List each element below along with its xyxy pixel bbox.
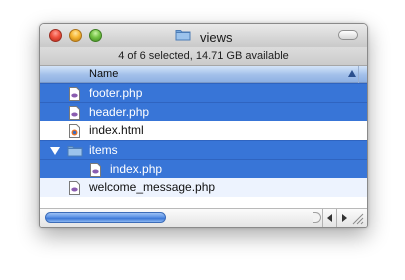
window-title-group: views <box>40 28 367 46</box>
status-bar: 4 of 6 selected, 14.71 GB available <box>40 47 367 66</box>
folder-name: items <box>89 143 118 157</box>
window-title: views <box>199 29 233 45</box>
file-name: index.php <box>110 162 163 176</box>
file-name: welcome_message.php <box>89 180 216 194</box>
file-name: index.html <box>89 123 144 137</box>
toolbar-toggle-button[interactable] <box>338 30 358 40</box>
php-file-icon <box>69 181 80 201</box>
sort-ascending-icon <box>348 70 356 77</box>
file-name: header.php <box>89 105 150 119</box>
horizontal-scrollbar[interactable] <box>40 208 367 227</box>
folder-row[interactable]: items <box>40 140 367 159</box>
file-row[interactable]: header.php <box>40 102 367 121</box>
scroll-left-button[interactable] <box>322 209 336 227</box>
resize-grip-icon[interactable] <box>351 211 364 227</box>
folder-icon <box>175 28 191 46</box>
disclosure-triangle-icon[interactable] <box>50 147 60 155</box>
file-row[interactable]: index.html <box>40 121 367 140</box>
file-row[interactable]: welcome_message.php <box>40 178 367 197</box>
finder-window: views 4 of 6 selected, 14.71 GB availabl… <box>39 23 368 228</box>
file-row[interactable]: footer.php <box>40 83 367 102</box>
column-divider <box>358 66 359 83</box>
file-row[interactable]: index.php <box>40 159 367 178</box>
scroll-right-button[interactable] <box>336 209 350 227</box>
file-name: footer.php <box>89 86 143 100</box>
scrollbar-track-end <box>313 212 321 223</box>
name-column-header[interactable]: Name <box>40 66 367 83</box>
title-bar[interactable]: views <box>40 24 367 47</box>
column-header-label: Name <box>89 68 119 80</box>
scrollbar-thumb[interactable] <box>45 212 166 223</box>
file-list: footer.php header.php index.html items i… <box>40 83 367 208</box>
